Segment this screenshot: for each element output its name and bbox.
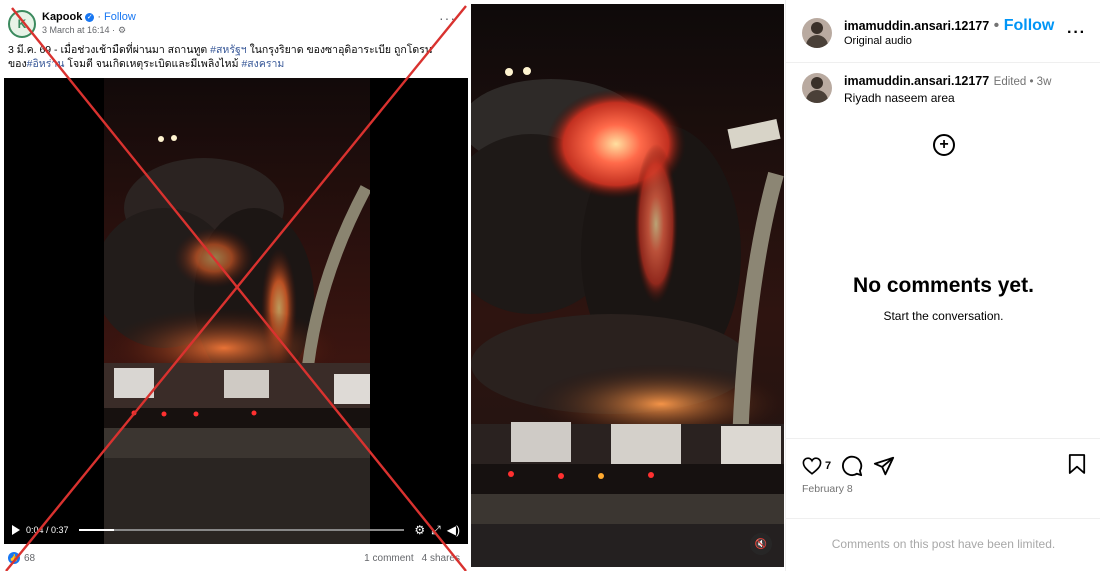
instagram-video[interactable]: 🔇 bbox=[471, 4, 784, 567]
verified-badge-icon: ✓ bbox=[85, 13, 95, 22]
caption-username[interactable]: imamuddin.ansari.12177 bbox=[844, 74, 989, 88]
more-icon[interactable]: ··· bbox=[1067, 24, 1086, 42]
caption-text: โจมตี จนเกิดเหตุระเบิดและมีเพลิงไหม้ bbox=[64, 58, 242, 70]
video-time: 0:04 / 0:37 bbox=[26, 525, 69, 535]
post-date[interactable]: February 8 bbox=[802, 483, 853, 495]
like-icon[interactable]: 👍 bbox=[8, 552, 20, 564]
fullscreen-icon[interactable]: ⤢ bbox=[431, 523, 441, 538]
like-count[interactable]: 7 bbox=[825, 460, 831, 472]
empty-comments-subtitle: Start the conversation. bbox=[883, 309, 1004, 323]
caption-text: 3 มี.ค. 69 - เมื่อช่วงเช้ามืดที่ผ่านมา ส… bbox=[8, 44, 211, 56]
share-icon[interactable] bbox=[873, 455, 895, 477]
post-caption: imamuddin.ansari.12177 Edited • 3w Riyad… bbox=[802, 73, 1086, 106]
post-footer: 👍 68 1 comment 4 shares bbox=[8, 550, 460, 566]
settings-icon[interactable]: ⚙ bbox=[414, 523, 425, 537]
caption-text: Riyadh naseem area bbox=[844, 91, 955, 105]
page-avatar[interactable]: K bbox=[8, 10, 36, 38]
empty-comments-title: No comments yet. bbox=[853, 274, 1034, 297]
avatar[interactable] bbox=[802, 18, 832, 48]
post-header: imamuddin.ansari.12177 • Follow Original… bbox=[802, 16, 1086, 50]
action-bar: 7 bbox=[802, 453, 1086, 478]
follow-button[interactable]: Follow bbox=[1004, 17, 1055, 34]
shares-link[interactable]: 4 shares bbox=[422, 553, 460, 564]
divider bbox=[786, 518, 1100, 519]
divider bbox=[786, 62, 1100, 63]
video-controls: 0:04 / 0:37 ⚙ ⤢ ◀) bbox=[4, 516, 468, 544]
facebook-post: K Kapook ✓ · Follow 3 March at 16:14 · ⚙… bbox=[0, 0, 470, 571]
separator: · bbox=[97, 11, 102, 23]
volume-icon[interactable]: ◀) bbox=[447, 523, 460, 537]
comment-icon[interactable] bbox=[841, 455, 863, 477]
add-comment-icon[interactable]: + bbox=[933, 134, 955, 156]
instagram-sidebar: imamuddin.ansari.12177 • Follow Original… bbox=[785, 0, 1100, 571]
fire-scene-image bbox=[104, 78, 370, 544]
play-icon[interactable] bbox=[12, 525, 20, 535]
reaction-count[interactable]: 68 bbox=[24, 553, 35, 564]
more-options-icon[interactable]: ··· bbox=[439, 10, 456, 26]
post-header: K Kapook ✓ · Follow 3 March at 16:14 · ⚙ bbox=[8, 8, 136, 40]
follow-button[interactable]: Follow bbox=[104, 11, 136, 24]
audio-link[interactable]: Original audio bbox=[844, 34, 1054, 49]
mute-icon[interactable]: 🔇 bbox=[750, 533, 772, 555]
gear-icon: ⚙ bbox=[118, 25, 127, 35]
video-player[interactable]: 0:04 / 0:37 ⚙ ⤢ ◀) bbox=[4, 78, 468, 544]
hashtag-link[interactable]: #สงคราม bbox=[241, 58, 284, 70]
avatar[interactable] bbox=[802, 73, 832, 103]
heart-icon[interactable] bbox=[802, 457, 822, 475]
post-timestamp[interactable]: 3 March at 16:14 · bbox=[42, 24, 115, 37]
page-name[interactable]: Kapook bbox=[42, 11, 82, 24]
video-progress-fill bbox=[78, 529, 115, 531]
caption-meta: Edited • 3w bbox=[993, 76, 1052, 88]
fire-scene-image bbox=[471, 4, 784, 567]
bookmark-icon[interactable] bbox=[1068, 453, 1086, 475]
comments-limited-notice: Comments on this post have been limited. bbox=[831, 537, 1056, 551]
hashtag-link[interactable]: #สหรัฐฯ bbox=[210, 44, 247, 56]
comments-link[interactable]: 1 comment bbox=[364, 553, 413, 564]
video-frame bbox=[104, 78, 370, 544]
divider bbox=[786, 438, 1100, 439]
post-caption: 3 มี.ค. 69 - เมื่อช่วงเช้ามืดที่ผ่านมา ส… bbox=[8, 43, 458, 71]
hashtag-link[interactable]: #อิหร่าน bbox=[27, 58, 65, 70]
video-progress-bar[interactable] bbox=[78, 529, 405, 531]
separator: • bbox=[993, 16, 1000, 34]
username-link[interactable]: imamuddin.ansari.12177 bbox=[844, 19, 989, 33]
